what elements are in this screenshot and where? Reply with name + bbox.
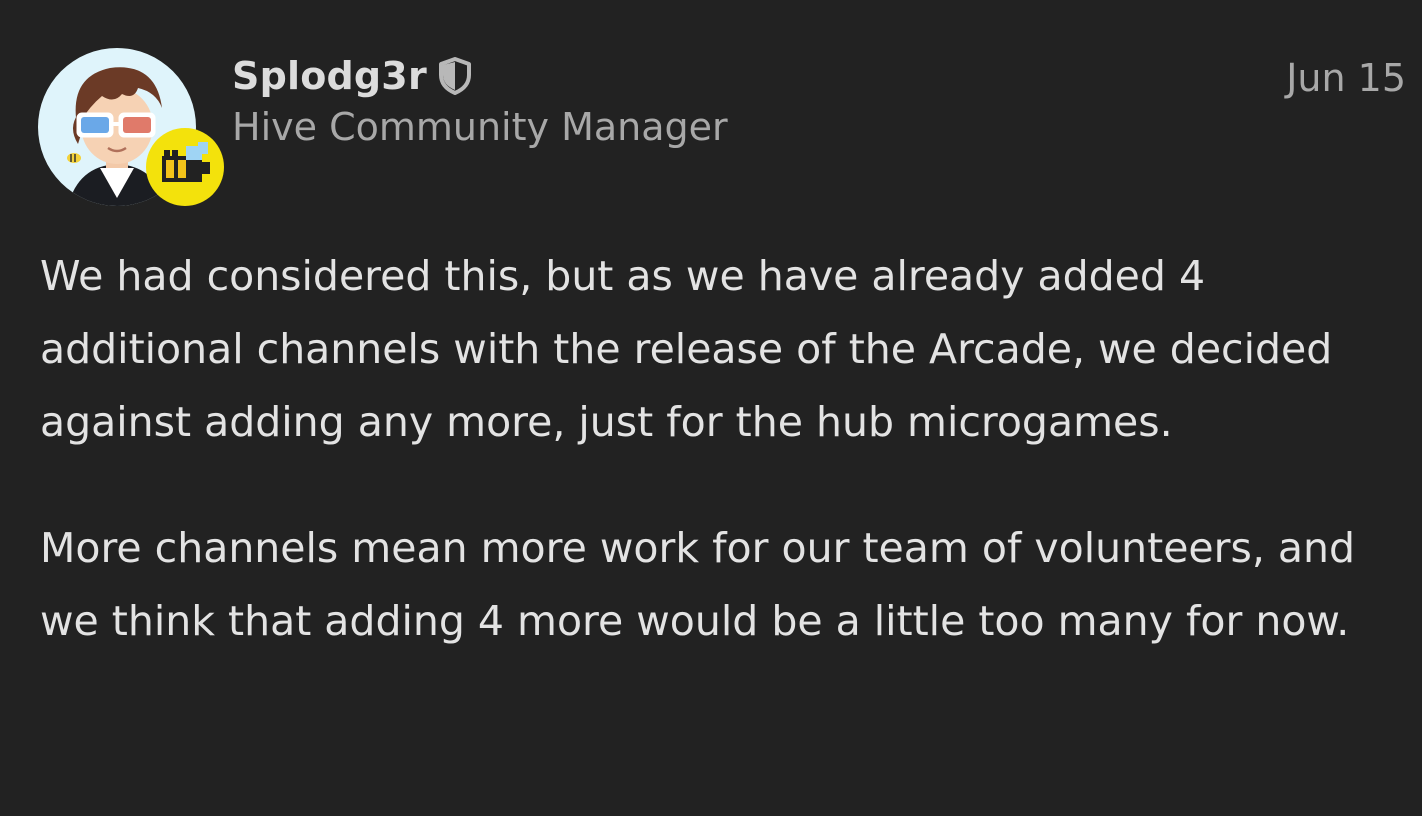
shield-icon xyxy=(437,56,473,96)
post-paragraph: More channels mean more work for our tea… xyxy=(40,524,1356,645)
bee-flair-icon xyxy=(146,128,224,206)
post-paragraph: We had considered this, but as we have a… xyxy=(40,252,1333,446)
post-date[interactable]: Jun 15 xyxy=(1286,56,1406,100)
user-title: Hive Community Manager xyxy=(232,105,728,149)
username-row: Splodg3r xyxy=(232,52,728,100)
avatar-container[interactable] xyxy=(38,48,224,208)
post-header: Splodg3r Hive Community Manager xyxy=(232,52,728,150)
post-body: We had considered this, but as we have a… xyxy=(40,240,1400,711)
username[interactable]: Splodg3r xyxy=(232,54,427,98)
forum-post: Splodg3r Hive Community Manager Jun 15 W… xyxy=(0,0,1422,816)
